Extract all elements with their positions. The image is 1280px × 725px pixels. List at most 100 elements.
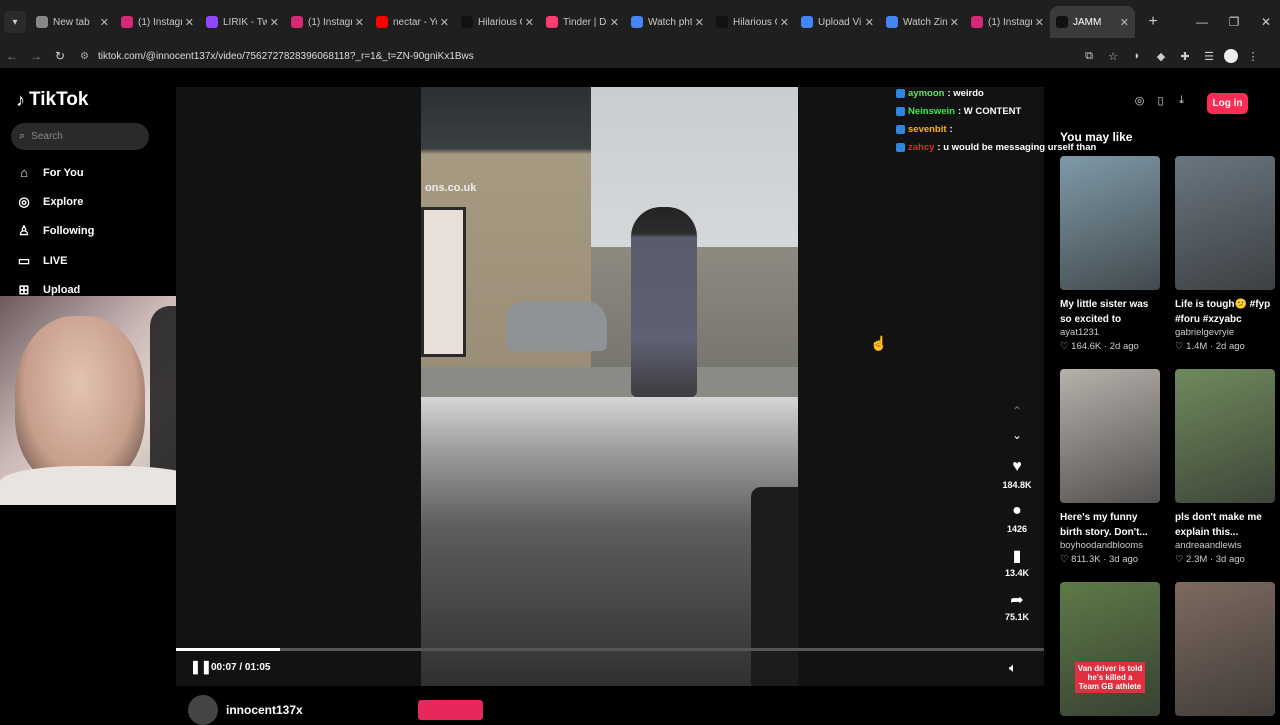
video-thumbnail[interactable]: Van driver is told he's killed a Team GB… (1060, 582, 1160, 716)
tab-favicon-icon (886, 16, 898, 28)
browser-tab[interactable]: Watch Zin ✕ (880, 6, 965, 38)
recommended-video-card[interactable]: My little sister was so excited to relea… (1060, 156, 1160, 355)
tab-favicon-icon (801, 16, 813, 28)
follow-button[interactable] (418, 700, 483, 720)
forward-icon[interactable]: → (24, 49, 48, 63)
reload-icon[interactable]: ↻ (48, 49, 72, 63)
browser-tab[interactable]: Tinder | Da✕ (540, 6, 625, 38)
login-button[interactable]: Log in (1207, 93, 1248, 114)
tab-close-icon[interactable]: ✕ (355, 16, 364, 29)
restore-icon[interactable]: ❐ (1218, 15, 1250, 29)
tab-close-icon[interactable]: ✕ (695, 16, 704, 29)
comment-icon[interactable]: ● (995, 502, 1039, 524)
video-author[interactable]: innocent137x (188, 695, 303, 725)
card-username[interactable]: ayat1231 (1060, 327, 1160, 341)
sidebar-item-following[interactable]: ♙ Following (16, 217, 94, 246)
download-icon[interactable]: ⤓ (1171, 94, 1192, 107)
tab-close-icon[interactable]: ✕ (1120, 16, 1129, 29)
close-window-icon[interactable]: ✕ (1250, 15, 1280, 29)
video-player[interactable]: ons.co.uk (421, 87, 798, 686)
video-thumbnail[interactable] (1060, 369, 1160, 503)
profile-avatar[interactable] (1224, 49, 1238, 63)
browser-tab[interactable]: LIRIK - Twi✕ (200, 6, 285, 38)
sidebar-item-explore[interactable]: ◎ Explore (16, 187, 94, 216)
recommended-video-card[interactable]: Life is tough😕 #fyp #foru #xzyabc gabriel… (1175, 156, 1275, 355)
browser-tab[interactable]: (1) Instagra✕ (285, 6, 370, 38)
address-bar[interactable]: ⚙ tiktok.com/@innocent137x/video/7562727… (80, 44, 1118, 68)
pause-icon[interactable]: ❚❚ (190, 659, 212, 675)
extensions-puzzle-icon[interactable]: ✚ (1176, 50, 1194, 63)
browser-tab[interactable]: JAMM ✕ (1050, 6, 1135, 38)
card-title[interactable]: Life is tough😕 #fyp #foru #xzyabc (1175, 297, 1275, 327)
browser-tab[interactable]: (1) Instagra✕ (965, 6, 1050, 38)
browser-tab[interactable]: Upload Vi ✕ (795, 6, 880, 38)
phone-icon[interactable]: ▯ (1150, 94, 1171, 107)
browser-tab[interactable]: Watch pht ✕ (625, 6, 710, 38)
tab-close-icon[interactable]: ✕ (525, 16, 534, 29)
tab-list-button[interactable]: ▾ (4, 11, 26, 33)
recommended-video-card[interactable]: Van driver is told he's killed a Team GB… (1060, 582, 1160, 716)
browser-tab[interactable]: Hilarious C✕ (710, 6, 795, 38)
search-input[interactable]: ⌕ Search (11, 123, 149, 150)
tab-close-icon[interactable]: ✕ (780, 16, 789, 29)
compass-icon[interactable]: ◎ (1129, 94, 1150, 107)
video-thumbnail[interactable] (1175, 156, 1275, 290)
video-thumbnail[interactable] (1175, 369, 1275, 503)
home-icon: ⌂ (20, 165, 28, 181)
card-username[interactable]: gabrielgevryie (1175, 327, 1275, 341)
install-app-icon[interactable]: ⧉ (1080, 50, 1098, 63)
author-name[interactable]: innocent137x (226, 703, 303, 717)
chat-message: aymoon: weirdo (896, 84, 1136, 102)
tab-close-icon[interactable]: ✕ (100, 16, 109, 29)
share-icon[interactable]: ➦ (995, 590, 1039, 612)
card-username[interactable]: boyhoodandblooms (1060, 540, 1160, 554)
sidebar-item-for-you[interactable]: ⌂ For You (16, 158, 94, 187)
progress-bar[interactable] (176, 648, 1044, 651)
author-avatar[interactable] (188, 695, 218, 725)
extension-shield-icon[interactable]: ◆ (1152, 50, 1170, 63)
sidebar-item-live[interactable]: ▭ LIVE (16, 246, 94, 275)
recommended-video-card[interactable]: pls don't make me explain this... andreaa… (1175, 369, 1275, 568)
video-thumbnail[interactable] (1175, 582, 1275, 716)
card-username[interactable]: andreaandlewis (1175, 540, 1275, 554)
minimize-icon[interactable]: — (1186, 15, 1218, 29)
comment-action[interactable]: ● 1426 (995, 502, 1039, 540)
recommended-video-card[interactable] (1175, 582, 1275, 716)
tiktok-logo[interactable]: ♪ TikTok (16, 89, 88, 111)
card-title[interactable]: Here's my funny birth story. Don't... (1060, 510, 1160, 540)
bookmark-icon[interactable]: ▮ (995, 546, 1039, 568)
tab-close-icon[interactable]: ✕ (865, 16, 874, 29)
tab-close-icon[interactable]: ✕ (610, 16, 619, 29)
bookmark-star-icon[interactable]: ☆ (1104, 50, 1122, 63)
previous-video-icon[interactable]: ⌃ (995, 404, 1039, 428)
like-action[interactable]: ♥ 184.8K (995, 458, 1039, 496)
back-icon[interactable]: ← (0, 49, 24, 63)
browser-tab[interactable]: (1) Instagra✕ (115, 6, 200, 38)
recommended-video-card[interactable]: Here's my funny birth story. Don't... boy… (1060, 369, 1160, 568)
sidebar-item-label: Upload (43, 283, 81, 296)
video-stage[interactable]: ons.co.uk (176, 87, 1044, 686)
reading-list-icon[interactable]: ☰ (1200, 50, 1218, 63)
extension-icon[interactable]: ◗ (1128, 50, 1146, 62)
tab-close-icon[interactable]: ✕ (1035, 16, 1044, 29)
tab-close-icon[interactable]: ✕ (185, 16, 194, 29)
site-info-icon[interactable]: ⚙ (80, 51, 98, 62)
video-thumbnail[interactable] (1060, 156, 1160, 290)
card-likes: 811.3K (1071, 554, 1101, 565)
card-title[interactable]: pls don't make me explain this... (1175, 510, 1275, 540)
toolbar-icons: ⧉ ☆ ◗ ◆ ✚ ☰ ⋮ (1080, 44, 1262, 68)
new-tab-button[interactable]: + (1141, 10, 1165, 34)
browser-tab[interactable]: nectar - Yo ✕ (370, 6, 455, 38)
menu-icon[interactable]: ⋮ (1244, 50, 1262, 63)
tab-close-icon[interactable]: ✕ (440, 16, 449, 29)
heart-icon[interactable]: ♥ (995, 458, 1039, 480)
next-video-icon[interactable]: ⌄ (995, 428, 1039, 452)
volume-icon[interactable]: 🔈︎ (1009, 660, 1017, 676)
card-title[interactable]: My little sister was so excited to relea… (1060, 297, 1160, 327)
browser-tab[interactable]: Hilarious C✕ (455, 6, 540, 38)
tab-close-icon[interactable]: ✕ (950, 16, 959, 29)
bookmark-action[interactable]: ▮ 13.4K (995, 546, 1039, 584)
browser-tab[interactable]: New tab ✕ (30, 6, 115, 38)
share-action[interactable]: ➦ 75.1K (995, 590, 1039, 628)
tab-close-icon[interactable]: ✕ (270, 16, 279, 29)
